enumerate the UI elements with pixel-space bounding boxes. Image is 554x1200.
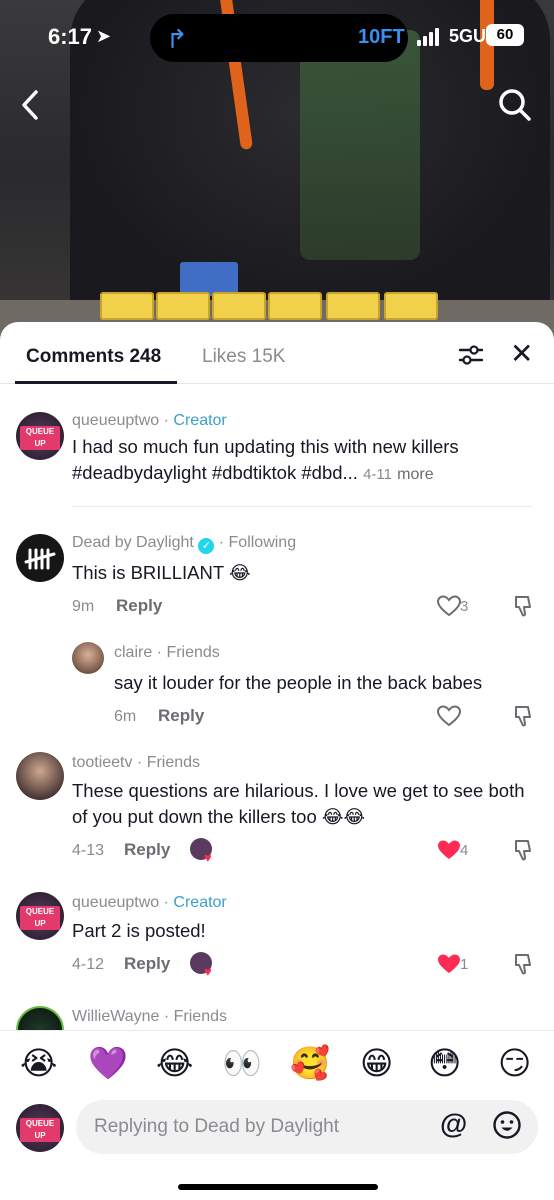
comment-username[interactable]: queueuptwo (72, 894, 159, 911)
emoji-picker-icon[interactable] (492, 1110, 522, 1140)
comment-username[interactable]: tootieetv (72, 754, 132, 771)
like-count: 4 (460, 842, 469, 859)
emoji-bar: 😭 💜 😂 👀 🥰 😁 😳 😏 (0, 1030, 554, 1094)
tab-bar: Comments 248 Likes 15K ✕ (0, 322, 554, 384)
navigation-distance: 10FT (358, 26, 405, 48)
friends-badge: Friends (166, 644, 220, 661)
dislike-icon[interactable] (512, 838, 534, 862)
comment-author-line: Dead by Daylight ✓ · Following (72, 534, 297, 554)
search-icon (499, 89, 531, 121)
emoji-hearts-face-icon[interactable]: 🥰 (290, 1045, 330, 1081)
my-avatar (16, 1104, 64, 1152)
comment-author-line: tootieetv · Friends (72, 754, 201, 771)
comment-username[interactable]: queueuptwo (72, 412, 159, 429)
turn-arrow-icon: ↱ (166, 24, 188, 54)
comment-username[interactable]: Dead by Daylight (72, 534, 194, 551)
video-block (156, 292, 210, 320)
search-button[interactable] (496, 86, 532, 122)
dislike-icon[interactable] (512, 952, 534, 976)
creator-badge: Creator (173, 894, 227, 911)
tab-likes[interactable]: Likes 15K (202, 346, 285, 368)
reply-button[interactable]: Reply (124, 840, 170, 860)
location-arrow-icon: ➤ (96, 26, 112, 46)
chevron-left-icon (22, 90, 38, 120)
emoji-crying-icon[interactable]: 😭 (20, 1045, 57, 1081)
heart-icon[interactable] (436, 838, 462, 862)
tab-comments[interactable]: Comments 248 (26, 346, 161, 368)
video-block (180, 262, 238, 296)
comment-author-line: claire · Friends (114, 644, 220, 661)
avatar[interactable] (16, 892, 64, 940)
verified-icon: ✓ (198, 538, 215, 554)
signal-icon (417, 28, 441, 46)
like-count: 1 (460, 956, 469, 973)
video-block (326, 292, 380, 320)
emoji-laughing-icon[interactable]: 😂 (156, 1045, 193, 1081)
video-block (100, 292, 154, 320)
like-count: 3 (460, 598, 469, 615)
status-bar: 6:17 ➤ ↱ 10FT 5GUW 60 (0, 0, 554, 74)
emoji-flushed-icon[interactable]: 😳 (428, 1045, 461, 1081)
comment-date: 4-13 (72, 842, 105, 859)
avatar[interactable] (16, 412, 64, 460)
comment-text: Part 2 is posted! (72, 920, 206, 941)
filter-icon[interactable] (458, 344, 484, 366)
dislike-icon[interactable] (512, 594, 534, 618)
avatar[interactable] (72, 642, 104, 674)
avatar[interactable] (16, 752, 64, 800)
comment-time: 6m (114, 708, 137, 725)
following-badge: Following (228, 534, 297, 551)
emoji-eyes-icon[interactable]: 👀 (222, 1045, 262, 1081)
comment-text: These questions are hilarious. I love we… (72, 780, 525, 827)
video-block (212, 292, 266, 320)
heart-icon: ♥ (204, 850, 212, 865)
heart-icon[interactable] (436, 952, 462, 976)
comment-date: 4-11 (363, 466, 392, 483)
comment-text: This is BRILLIANT 😂 (72, 562, 251, 583)
emoji-purple-heart-icon[interactable]: 💜 (88, 1045, 128, 1081)
close-icon[interactable]: ✕ (510, 340, 533, 368)
comment-date: 4-12 (72, 956, 105, 973)
avatar[interactable] (16, 534, 64, 582)
comment-author-line: WillieWayne · Friends (72, 1008, 227, 1025)
emoji-grin-icon[interactable]: 😁 (360, 1045, 393, 1081)
friends-badge: Friends (146, 754, 201, 771)
back-button[interactable] (16, 88, 46, 122)
friends-badge: Friends (173, 1008, 227, 1025)
comment-text: say it louder for the people in the back… (114, 672, 483, 693)
comment-time: 9m (72, 598, 95, 615)
video-block (268, 292, 322, 320)
heart-icon[interactable] (436, 704, 462, 728)
more-link[interactable]: more (397, 466, 433, 483)
emoji-smirk-icon[interactable]: 😏 (498, 1045, 531, 1081)
home-indicator[interactable] (178, 1184, 378, 1190)
heart-icon: ♥ (204, 964, 212, 979)
comment-input[interactable] (76, 1100, 538, 1154)
dislike-icon[interactable] (512, 704, 534, 728)
battery-icon: 60 (486, 24, 524, 46)
comment-author-line: queueuptwo · Creator (72, 894, 227, 911)
divider (72, 506, 532, 507)
heart-icon[interactable] (436, 594, 462, 618)
reply-button[interactable]: Reply (116, 596, 162, 616)
reply-button[interactable]: Reply (158, 706, 204, 726)
comment-username[interactable]: claire (114, 644, 152, 661)
creator-badge: Creator (173, 412, 227, 429)
status-time: 6:17 (48, 24, 93, 49)
comment-author-line: queueuptwo · Creator (72, 412, 227, 429)
mention-icon[interactable]: @ (440, 1108, 467, 1140)
tab-underline (15, 381, 177, 384)
dbd-logo-icon (24, 548, 56, 570)
comment-text: I had so much fun updating this with new… (72, 434, 532, 488)
video-block (384, 292, 438, 320)
comment-username[interactable]: WillieWayne (72, 1008, 159, 1025)
reply-button[interactable]: Reply (124, 954, 170, 974)
